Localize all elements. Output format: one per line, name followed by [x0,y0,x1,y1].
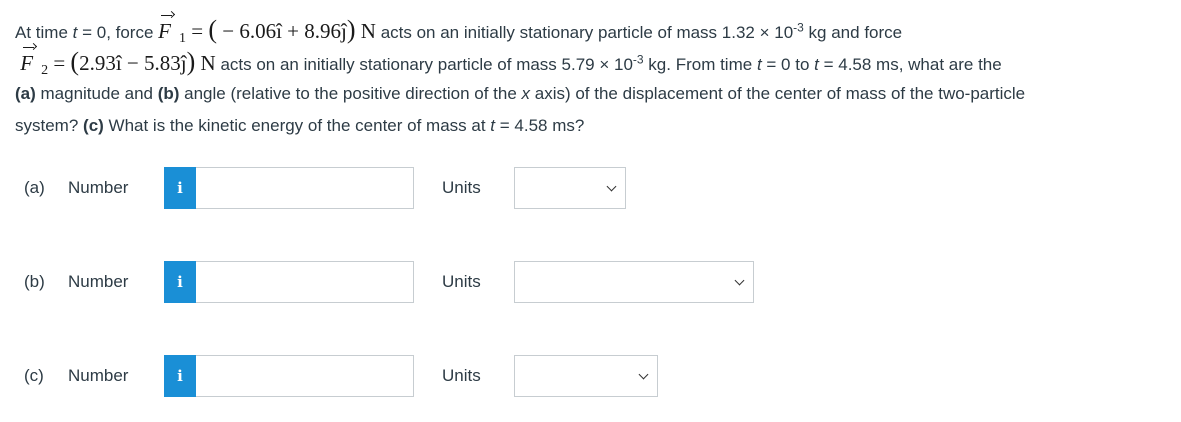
text: kg. From time [643,55,757,74]
var-x: x [521,84,531,103]
question-line-4: system? (c) What is the kinetic energy o… [15,110,1175,142]
part-label: (c) [24,366,44,385]
text: = 0, force [77,23,159,42]
equals: = [48,51,71,75]
text: = 0 to [761,55,815,74]
text: = 4.58 ms? [495,116,585,135]
unit-newton: N [360,19,376,43]
number-label: Number [68,178,129,197]
info-icon[interactable]: i [164,167,196,209]
text: angle (relative to the positive directio… [179,84,522,103]
units-select-a[interactable] [514,167,626,209]
force-2-expression: F2 = (2.93î − 5.83ĵ) N [20,47,216,78]
force-1-components: − 6.06î + 8.96ĵ [222,19,347,43]
units-label: Units [442,366,481,385]
chevron-down-icon [606,181,617,192]
part-c-marker: (c) [83,116,104,135]
force-vector-symbol: F [20,47,35,79]
subscript: 1 [178,31,186,46]
force-2-components: 2.93î − 5.83ĵ [79,51,187,75]
part-a-marker: (a) [15,84,36,103]
text: system? [15,116,84,135]
question-text: At time t = 0, force F1 = ( − 6.06î + 8.… [15,14,1175,142]
answer-row-b: (b) Number i Units [24,261,754,303]
text: = 4.58 ms, what are the [818,55,1002,74]
chevron-down-icon [734,275,745,286]
text: acts on an initially stationary particle… [220,55,633,74]
part-b-marker: (b) [157,84,180,103]
units-label: Units [442,272,481,291]
number-input-a[interactable] [196,167,414,209]
info-icon[interactable]: i [164,355,196,397]
text: magnitude and [35,84,158,103]
unit-newton: N [200,51,216,75]
exponent: -3 [793,20,804,35]
equals: = [185,19,209,43]
answer-row-a: (a) Number i Units [24,167,626,209]
text: What is the kinetic energy of the center… [103,116,491,135]
force-1-expression: F1 = ( − 6.06î + 8.96ĵ) N [158,15,376,46]
number-input-b[interactable] [196,261,414,303]
text: axis) of the displacement of the center … [530,84,1026,103]
info-icon[interactable]: i [164,261,196,303]
answer-row-c: (c) Number i Units [24,355,658,397]
number-input-c[interactable] [196,355,414,397]
part-label: (a) [24,178,45,197]
exponent: -3 [632,52,644,67]
text: At time [15,23,73,42]
force-vector-symbol: F [158,15,172,47]
units-select-c[interactable] [514,355,658,397]
units-label: Units [442,178,481,197]
units-select-b[interactable] [514,261,754,303]
question-line-2: F2 = (2.93î − 5.83ĵ) N acts on an initia… [15,46,1175,78]
number-label: Number [68,272,129,291]
question-line-1: At time t = 0, force F1 = ( − 6.06î + 8.… [15,14,1175,46]
text: acts on an initially stationary particle… [380,23,794,42]
number-label: Number [68,366,129,385]
chevron-down-icon [638,369,649,380]
part-label: (b) [24,272,45,291]
question-line-3: (a) magnitude and (b) angle (relative to… [15,78,1175,110]
text: kg and force [803,23,903,42]
